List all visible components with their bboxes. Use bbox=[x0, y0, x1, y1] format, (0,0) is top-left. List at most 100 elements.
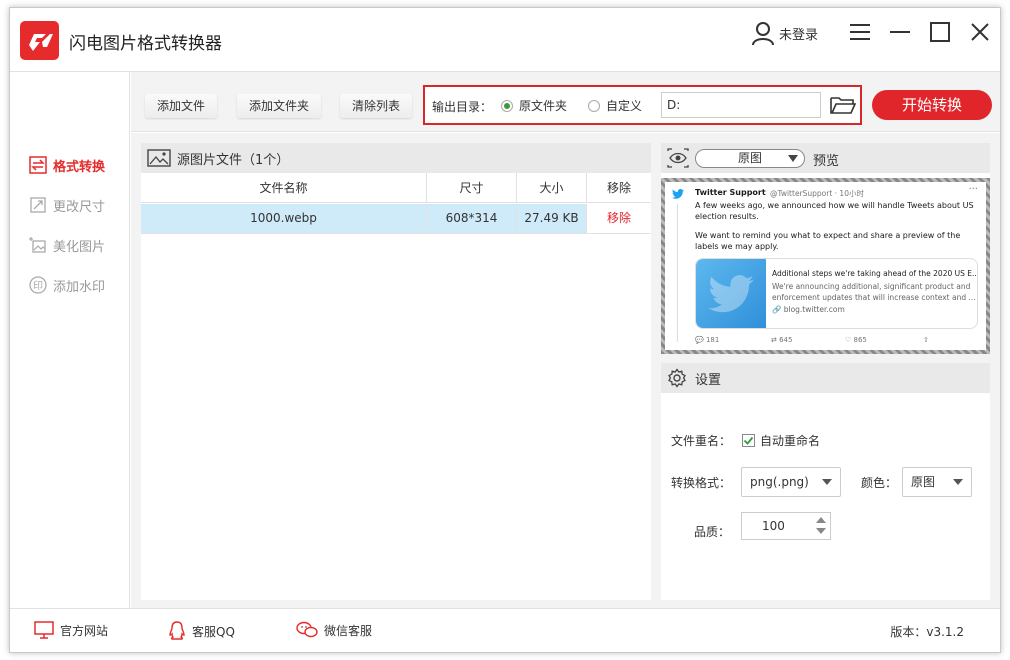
color-label: 颜色： bbox=[861, 476, 898, 490]
tweet-author: Twitter Support bbox=[695, 188, 766, 197]
radio-unselected-icon bbox=[588, 99, 600, 112]
wechat-icon bbox=[296, 621, 318, 639]
preview-image: Twitter Support @TwitterSupport · 10小时 ·… bbox=[661, 178, 990, 354]
output-format-select[interactable]: png(.png) bbox=[741, 467, 841, 497]
image-icon bbox=[147, 149, 171, 167]
chevron-down-icon bbox=[953, 479, 963, 485]
checkbox-checked-icon bbox=[742, 434, 755, 447]
toolbar: 添加文件 添加文件夹 清除列表 输出目录： 原文件夹 自定义 开始转换 bbox=[131, 72, 1000, 132]
quality-value: 100 bbox=[762, 519, 785, 533]
resize-icon bbox=[28, 195, 48, 215]
tweet-text-1: A few weeks ago, we announced how we wil… bbox=[695, 201, 974, 221]
login-button[interactable]: 未登录 bbox=[750, 18, 818, 48]
preview-mode-value: 原图 bbox=[737, 151, 762, 165]
start-convert-button[interactable]: 开始转换 bbox=[872, 90, 992, 120]
preview-title: 预览 bbox=[813, 154, 840, 169]
maximize-button[interactable] bbox=[928, 20, 952, 44]
more-icon: ··· bbox=[968, 184, 978, 195]
column-header-remove: 移除 bbox=[606, 181, 631, 195]
footer: 官方网站 客服QQ 微信客服 版本：v3.1.2 bbox=[10, 608, 1000, 652]
preview-mode-select[interactable]: 原图 bbox=[695, 149, 805, 168]
card-description: We're announcing additional, significant… bbox=[772, 282, 976, 302]
output-format-value: png(.png) bbox=[750, 475, 809, 489]
sidebar-item-beautify[interactable]: 美化图片 bbox=[28, 234, 105, 256]
quality-stepper[interactable]: 100 bbox=[741, 512, 831, 540]
output-path-input[interactable] bbox=[661, 92, 821, 118]
file-dimensions-cell: 608*314 bbox=[427, 204, 517, 233]
qq-service-link[interactable]: 客服QQ bbox=[168, 621, 235, 641]
increment-arrow-icon[interactable] bbox=[816, 517, 826, 523]
preview-header: 原图 预览 bbox=[661, 143, 990, 173]
preview-tweet-image: Twitter Support @TwitterSupport · 10小时 ·… bbox=[665, 182, 986, 350]
retweet-count: ⇄ 645 bbox=[771, 336, 793, 344]
close-button[interactable] bbox=[968, 20, 992, 44]
user-icon bbox=[752, 22, 774, 46]
preview-panel: 原图 预览 Twitter Support @TwitterSupport · … bbox=[661, 143, 990, 354]
minimize-button[interactable] bbox=[888, 20, 912, 44]
radio-original-folder[interactable]: 原文件夹 bbox=[501, 97, 567, 114]
decrement-arrow-icon[interactable] bbox=[816, 528, 826, 534]
close-icon bbox=[971, 23, 989, 41]
sidebar: 格式转换 更改尺寸 美化图片 印 添加水印 bbox=[10, 72, 130, 608]
sidebar-item-label: 格式转换 bbox=[53, 159, 106, 175]
clear-list-button[interactable]: 清除列表 bbox=[340, 94, 413, 118]
file-panel-header: 源图片文件（1个） bbox=[141, 143, 651, 173]
twitter-bird-icon bbox=[672, 189, 684, 199]
website-label: 官方网站 bbox=[60, 623, 109, 638]
app-logo-icon bbox=[20, 21, 59, 60]
remove-file-button[interactable]: 移除 bbox=[587, 204, 651, 233]
settings-title: 设置 bbox=[695, 372, 722, 388]
tweet-text-2: We want to remind you what to expect and… bbox=[695, 231, 961, 251]
settings-panel: 设置 文件重名： 自动重命名 转换格式： png(.png) 颜色： 原图 品质… bbox=[661, 363, 990, 600]
sidebar-item-label: 更改尺寸 bbox=[53, 199, 106, 215]
menu-button[interactable] bbox=[848, 20, 872, 44]
source-file-panel: 源图片文件（1个） 文件名称 尺寸 大小 移除 1000.webp 608*31… bbox=[141, 143, 651, 600]
rename-label: 文件重名： bbox=[671, 434, 732, 448]
browse-folder-button[interactable] bbox=[829, 93, 857, 117]
maximize-icon bbox=[930, 22, 950, 42]
official-website-link[interactable]: 官方网站 bbox=[34, 621, 108, 639]
add-folder-button[interactable]: 添加文件夹 bbox=[237, 94, 322, 118]
share-icon: ⇧ bbox=[923, 336, 929, 344]
settings-header: 设置 bbox=[661, 363, 990, 393]
quality-label: 品质： bbox=[694, 525, 731, 539]
color-select[interactable]: 原图 bbox=[902, 467, 972, 497]
column-header-name: 文件名称 bbox=[141, 173, 427, 203]
titlebar: 闪电图片格式转换器 未登录 bbox=[10, 8, 1000, 72]
hamburger-icon bbox=[850, 24, 870, 40]
qq-label: 客服QQ bbox=[192, 624, 235, 639]
radio-custom-folder[interactable]: 自定义 bbox=[588, 97, 642, 114]
radio-original-label: 原文件夹 bbox=[519, 99, 568, 113]
twitter-bird-icon bbox=[708, 275, 754, 313]
folder-icon bbox=[830, 97, 857, 114]
thread-line bbox=[677, 204, 678, 342]
auto-rename-checkbox[interactable]: 自动重命名 bbox=[742, 432, 820, 449]
table-row[interactable]: 1000.webp 608*314 27.49 KB 移除 bbox=[141, 204, 651, 234]
radio-custom-label: 自定义 bbox=[606, 99, 643, 113]
sidebar-item-label: 美化图片 bbox=[53, 239, 106, 255]
sidebar-item-format-convert[interactable]: 格式转换 bbox=[28, 154, 105, 176]
sidebar-item-label: 添加水印 bbox=[53, 279, 106, 295]
add-file-button[interactable]: 添加文件 bbox=[145, 94, 218, 118]
column-header-filesize: 大小 bbox=[517, 173, 587, 203]
like-count: ♡ 865 bbox=[845, 336, 867, 344]
file-panel-title: 源图片文件（1个） bbox=[177, 152, 290, 168]
chevron-down-icon bbox=[788, 155, 798, 162]
wechat-service-link[interactable]: 微信客服 bbox=[296, 621, 372, 639]
sidebar-item-watermark[interactable]: 印 添加水印 bbox=[28, 274, 105, 296]
file-name-cell: 1000.webp bbox=[141, 204, 427, 233]
tweet-card: Additional steps we're taking ahead of t… bbox=[695, 258, 978, 329]
column-header-size: 尺寸 bbox=[427, 173, 517, 203]
sidebar-item-resize[interactable]: 更改尺寸 bbox=[28, 194, 105, 216]
minimize-icon bbox=[890, 31, 910, 33]
radio-selected-icon bbox=[501, 99, 513, 112]
app-window: 闪电图片格式转换器 未登录 格式转换 更改尺寸 美化图片 印 添加水印 添加文件… bbox=[9, 7, 1001, 653]
output-directory-group: 输出目录： 原文件夹 自定义 bbox=[423, 85, 862, 125]
eye-icon bbox=[667, 148, 689, 168]
output-label: 输出目录： bbox=[432, 100, 493, 114]
svg-text:印: 印 bbox=[33, 280, 43, 292]
login-label: 未登录 bbox=[779, 27, 819, 43]
card-image bbox=[696, 259, 766, 328]
gear-icon bbox=[668, 368, 686, 388]
card-link-text: blog.twitter.com bbox=[783, 305, 845, 314]
